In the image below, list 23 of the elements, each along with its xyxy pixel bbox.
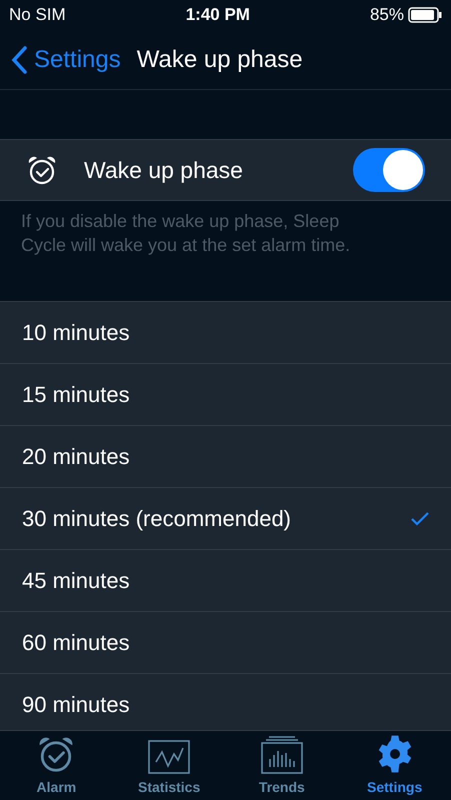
duration-option[interactable]: 20 minutes xyxy=(0,426,451,488)
battery-icon xyxy=(408,7,442,23)
description-text: If you disable the wake up phase, Sleep Cycle will wake you at the set alarm time. xyxy=(20,210,352,257)
line-chart-icon xyxy=(148,740,190,774)
duration-option[interactable]: 45 minutes xyxy=(0,550,451,612)
battery-percent: 85% xyxy=(370,4,404,26)
toggle-label: Wake up phase xyxy=(84,156,244,185)
back-chevron-icon xyxy=(10,46,28,74)
bar-chart-icon xyxy=(260,736,303,774)
tab-bar-item[interactable]: Statistics xyxy=(112,731,226,800)
toggle-switch[interactable] xyxy=(353,148,425,192)
back-button[interactable]: Settings xyxy=(10,42,121,78)
duration-option[interactable]: 60 minutes xyxy=(0,612,451,674)
duration-option[interactable]: 30 minutes (recommended) xyxy=(0,488,451,550)
tab-bar-item[interactable]: Trends xyxy=(226,731,338,800)
clock-text: 1:40 PM xyxy=(186,4,250,26)
duration-option[interactable]: 15 minutes xyxy=(0,364,451,426)
tab-bar-item[interactable]: Settings xyxy=(338,731,451,800)
tab-bar-item[interactable]: Alarm xyxy=(0,731,113,800)
screen-title: Wake up phase xyxy=(136,44,303,74)
alarm-clock-icon xyxy=(26,154,58,186)
carrier-text: No SIM xyxy=(9,4,66,26)
duration-option[interactable]: 10 minutes xyxy=(0,302,451,364)
